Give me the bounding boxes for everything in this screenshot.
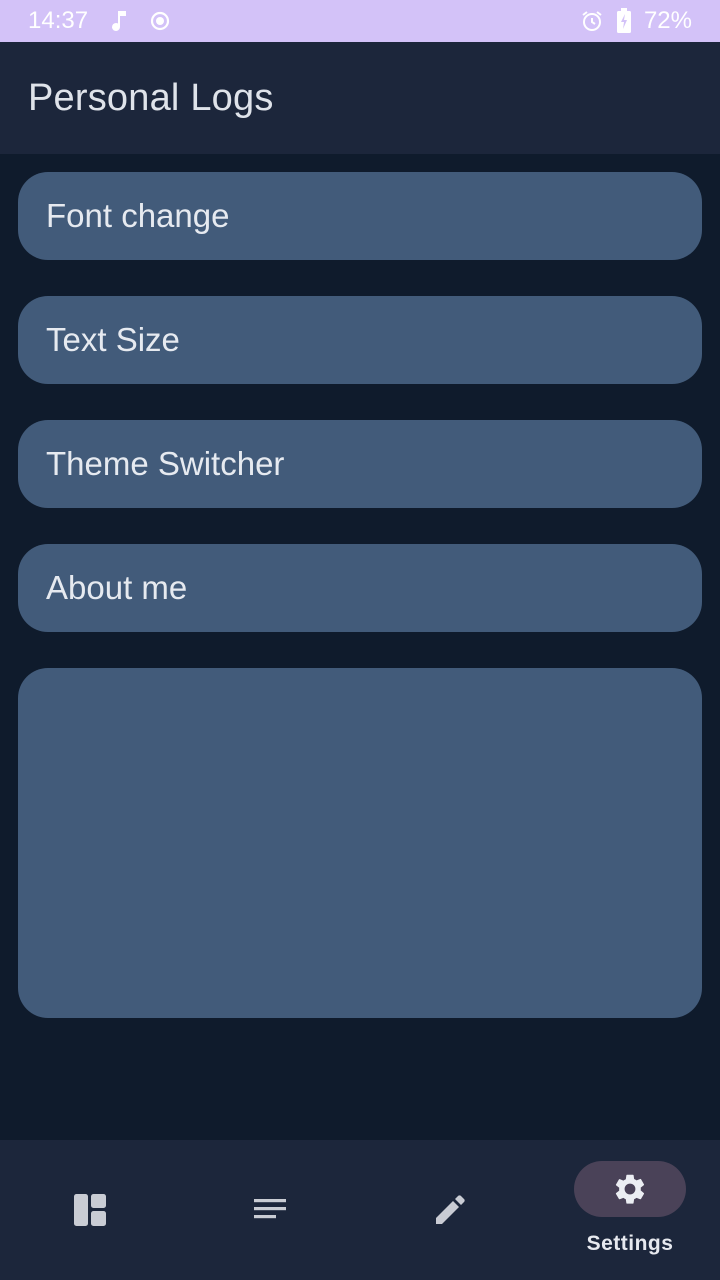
music-note-icon <box>110 9 128 33</box>
battery-charging-icon <box>616 8 632 34</box>
setting-label: Font change <box>46 197 230 234</box>
setting-label: Text Size <box>46 321 180 358</box>
settings-list: Font change Text Size Theme Switcher Abo… <box>18 172 702 1018</box>
text-size-button[interactable]: Text Size <box>18 296 702 384</box>
status-bar: 14:37 72% <box>0 0 720 42</box>
list-icon <box>214 1182 326 1238</box>
nav-label-settings: Settings <box>586 1232 674 1255</box>
nav-item-dashboard[interactable] <box>0 1140 180 1280</box>
dashboard-icon <box>34 1182 146 1238</box>
about-me-button[interactable]: About me <box>18 544 702 632</box>
page-title: Personal Logs <box>28 76 274 119</box>
app-bar: Personal Logs <box>0 42 720 154</box>
setting-label: Theme Switcher <box>46 445 285 482</box>
settings-icon <box>574 1161 686 1217</box>
edit-icon <box>394 1182 506 1238</box>
nav-item-settings[interactable]: Settings <box>540 1140 720 1280</box>
bottom-navigation: Settings <box>0 1140 720 1280</box>
status-time: 14:37 <box>28 7 89 34</box>
alarm-icon <box>580 9 604 33</box>
theme-switcher-button[interactable]: Theme Switcher <box>18 420 702 508</box>
font-change-button[interactable]: Font change <box>18 172 702 260</box>
nav-item-edit[interactable] <box>360 1140 540 1280</box>
setting-label: About me <box>46 569 188 606</box>
battery-percent: 72% <box>643 7 692 34</box>
record-icon <box>150 11 170 31</box>
nav-item-list[interactable] <box>180 1140 360 1280</box>
settings-panel <box>18 668 702 1018</box>
